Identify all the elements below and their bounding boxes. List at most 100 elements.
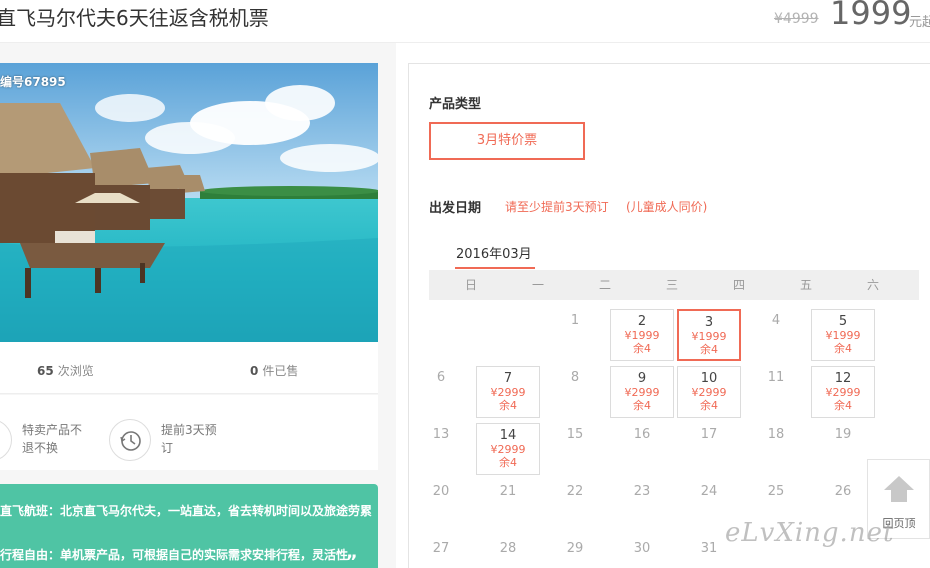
weekday-thu: 四 (732, 278, 745, 292)
weekday-mon: 一 (531, 278, 544, 292)
day-number: 7 (503, 371, 513, 386)
day-remaining: 余4 (700, 399, 718, 412)
calendar-day[interactable]: 9 ¥2999 余4 (610, 366, 674, 418)
day-price: ¥2999 (825, 386, 861, 399)
day-number: 12 (834, 371, 852, 386)
day-number: 22 (566, 484, 584, 499)
day-number: 3 (704, 315, 714, 330)
views-label: 次浏览 (57, 364, 94, 378)
arrow-stem (891, 490, 907, 502)
current-price: 1999 (830, 0, 912, 32)
calendar-day[interactable]: 3 ¥1999 余4 (677, 309, 741, 361)
calendar-day[interactable]: 14 ¥2999 余4 (476, 423, 540, 475)
calendar-day: 15 (543, 423, 607, 475)
views-count: 65 (37, 364, 54, 378)
views-stat: 65 次浏览 (37, 362, 94, 379)
no-refund-icon (0, 419, 12, 461)
calendar-day: 21 (476, 480, 540, 532)
day-remaining: 余4 (633, 342, 651, 355)
calendar-day: 28 (476, 537, 540, 568)
arrow-up-icon (884, 476, 914, 490)
calendar-day: 16 (610, 423, 674, 475)
product-photo: 编号67895 (0, 63, 378, 342)
maldives-scene-image (0, 63, 378, 342)
day-number: 2 (637, 314, 647, 329)
calendar-day: 23 (610, 480, 674, 532)
day-remaining: 余4 (834, 399, 852, 412)
day-number: 25 (767, 484, 785, 499)
calendar-day: 18 (744, 423, 808, 475)
day-price: ¥1999 (691, 330, 727, 343)
product-title: 直飞马尔代夫6天往返含税机票 (0, 6, 269, 30)
day-number: 6 (436, 370, 446, 385)
price-unit: 元起 (909, 15, 930, 30)
day-remaining: 余4 (834, 342, 852, 355)
month-tab[interactable]: 2016年03月 (456, 243, 532, 262)
day-number: 4 (771, 313, 781, 328)
day-number: 28 (499, 541, 517, 556)
sold-count: 0 (250, 364, 259, 378)
watermark: eLvXing.net (725, 518, 895, 548)
product-features: 特卖产品不退不换 提前3天预订 (0, 395, 378, 470)
day-number: 10 (700, 371, 718, 386)
feature-text-1: 特卖产品不退不换 (22, 423, 83, 455)
day-number: 11 (767, 370, 785, 385)
product-type-label: 产品类型 (429, 97, 482, 112)
child-price-note: (儿童成人同价) (626, 200, 708, 214)
calendar-day: 1 (543, 309, 607, 361)
product-id: 编号67895 (0, 75, 66, 89)
weekday-fri: 五 (799, 278, 812, 292)
day-number: 26 (834, 484, 852, 499)
day-remaining: 余4 (700, 343, 718, 356)
calendar-day[interactable]: 10 ¥2999 余4 (677, 366, 741, 418)
day-price: ¥2999 (624, 386, 660, 399)
day-price: ¥2999 (691, 386, 727, 399)
advance-booking-note: 请至少提前3天预订 (505, 200, 609, 214)
day-number: 21 (499, 484, 517, 499)
day-number: 17 (700, 427, 718, 442)
calendar-day: 22 (543, 480, 607, 532)
calendar-day: 13 (409, 423, 473, 475)
day-number: 30 (633, 541, 651, 556)
product-stats: 65 次浏览 0 件已售 (0, 342, 378, 394)
day-number: 14 (499, 428, 517, 443)
calendar-day: 19 (811, 423, 875, 475)
day-number: 1 (570, 313, 580, 328)
calendar-day[interactable]: 5 ¥1999 余4 (811, 309, 875, 361)
calendar-day: 6 (409, 366, 473, 418)
day-number: 27 (432, 541, 450, 556)
sold-stat: 0 件已售 (250, 362, 298, 379)
highlights-box: 直飞航班：北京直飞马尔代夫，一站直达，省去转机时间以及旅途劳累 行程自由：单机票… (0, 484, 378, 568)
day-price: ¥2999 (490, 443, 526, 456)
calendar-day[interactable]: 7 ¥2999 余4 (476, 366, 540, 418)
sold-label: 件已售 (262, 364, 299, 378)
weekday-tue: 二 (598, 278, 611, 292)
day-price: ¥2999 (490, 386, 526, 399)
day-price: ¥1999 (825, 329, 861, 342)
calendar-day: 20 (409, 480, 473, 532)
day-number: 20 (432, 484, 450, 499)
weekday-wed: 三 (665, 278, 678, 292)
calendar-day: 27 (409, 537, 473, 568)
calendar-day: 30 (610, 537, 674, 568)
day-number: 19 (834, 427, 852, 442)
day-number: 24 (700, 484, 718, 499)
calendar-day[interactable]: 12 ¥2999 余4 (811, 366, 875, 418)
calendar-day: 8 (543, 366, 607, 418)
product-type-option[interactable]: 3月特价票 (429, 122, 585, 160)
calendar-day: 11 (744, 366, 808, 418)
departure-date-label: 出发日期 (429, 201, 482, 216)
day-price: ¥1999 (624, 329, 660, 342)
clock-icon (109, 419, 151, 461)
calendar-day[interactable]: 2 ¥1999 余4 (610, 309, 674, 361)
page-header: 直飞马尔代夫6天往返含税机票 ¥4999 1999 元起 (0, 0, 930, 43)
day-number: 8 (570, 370, 580, 385)
day-number: 9 (637, 371, 647, 386)
day-number: 5 (838, 314, 848, 329)
weekday-header: 日 一 二 三 四 五 六 (429, 270, 919, 300)
day-number: 13 (432, 427, 450, 442)
weekday-sun: 日 (464, 278, 477, 292)
highlight-line-2: 行程自由：单机票产品，可根据自己的实际需求安排行程，灵活性 (0, 548, 349, 562)
calendar-day: 4 (744, 309, 808, 361)
calendar-day: 17 (677, 423, 741, 475)
